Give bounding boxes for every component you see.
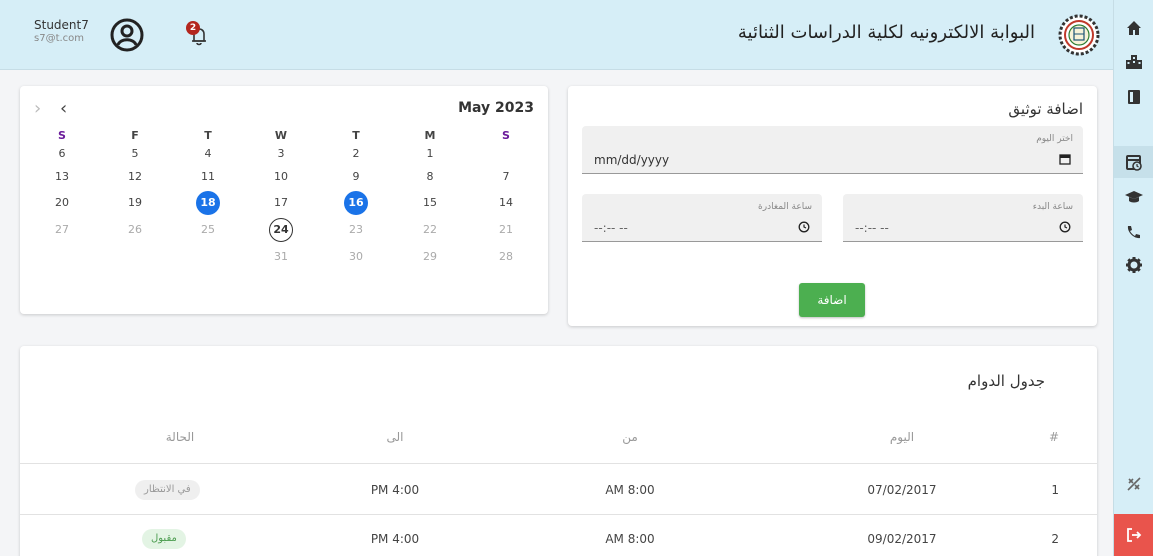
user-name: Student7 [34, 18, 89, 32]
calendar-day-cell[interactable]: 4 [188, 142, 228, 166]
row-number: 1 [1051, 483, 1059, 497]
user-email: s7@t.com [34, 33, 85, 44]
date-field-value: mm/dd/yyyy [594, 153, 670, 167]
form-title: اضافة توثيق [1008, 100, 1083, 118]
calendar-day-cell[interactable]: 28 [486, 245, 526, 269]
calendar-day-cell[interactable]: 30 [336, 245, 376, 269]
logout-icon [1127, 528, 1142, 542]
calendar-day-cell[interactable]: 7 [486, 165, 526, 189]
calendar-weekday-header: M [424, 129, 436, 142]
calendar-day-cell[interactable]: 17 [261, 191, 301, 215]
book-icon[interactable] [1124, 87, 1144, 107]
start-time-label: ساعة البدء [1032, 202, 1073, 212]
calendar-prev-button[interactable]: ‹ [60, 98, 67, 119]
calendar-day-cell[interactable]: 2 [336, 142, 376, 166]
calendar-day-cell[interactable]: 23 [336, 218, 376, 242]
calendar-day-cell[interactable]: 26 [115, 218, 155, 242]
row-from: AM 8:00 [605, 532, 655, 546]
column-header-day: اليوم [889, 430, 915, 444]
calendar-day-cell[interactable]: 11 [188, 165, 228, 189]
add-record-card: اضافة توثيق اختر اليوم mm/dd/yyyy ساعة ا… [568, 86, 1097, 326]
home-icon[interactable] [1124, 18, 1144, 38]
date-field[interactable]: اختر اليوم mm/dd/yyyy [582, 126, 1083, 174]
college-logo [1058, 14, 1100, 56]
calendar-month-label: May 2023 [458, 100, 534, 116]
status-badge: مقبول [142, 529, 186, 549]
calendar-day-cell[interactable]: 29 [410, 245, 450, 269]
row-number: 2 [1051, 532, 1059, 546]
calendar-weekday-header: W [274, 129, 288, 142]
calendar-day-cell[interactable]: 27 [42, 218, 82, 242]
column-header-to: الى [386, 430, 404, 444]
calendar-day-cell[interactable]: 24 [261, 218, 301, 242]
start-time-value: --:-- -- [855, 221, 889, 235]
row-from: AM 8:00 [605, 483, 655, 497]
row-to: PM 4:00 [370, 483, 420, 497]
calendar-day-cell[interactable]: 21 [486, 218, 526, 242]
calendar-day-cell[interactable]: 14 [486, 191, 526, 215]
calendar-weekday-header: S [58, 129, 66, 142]
calendar-day-cell[interactable]: 10 [261, 165, 301, 189]
row-to: PM 4:00 [370, 532, 420, 546]
calendar-day-cell[interactable]: 25 [188, 218, 228, 242]
gear-icon[interactable] [1124, 255, 1144, 275]
calendar-weekday-header: F [131, 129, 139, 142]
column-header-status: الحالة [165, 430, 195, 444]
calendar-day-cell[interactable]: 18 [188, 191, 228, 215]
calendar-clock-icon[interactable] [1124, 152, 1144, 172]
calendar-day-cell[interactable]: 13 [42, 165, 82, 189]
end-time-value: --:-- -- [594, 221, 628, 235]
top-header: Student7 s7@t.com 2 البوابة الالكترونيه … [0, 0, 1113, 70]
column-header-from: من [622, 430, 638, 444]
status-badge: في الانتظار [135, 480, 200, 500]
start-time-field[interactable]: ساعة البدء --:-- -- [843, 194, 1083, 242]
graduation-cap-icon[interactable] [1124, 187, 1144, 207]
calendar-weekday-header: S [502, 129, 510, 142]
logout-button[interactable] [1114, 514, 1153, 556]
row-day: 07/02/2017 [867, 483, 937, 497]
header-divider [20, 463, 1097, 464]
add-button[interactable]: اضافة [799, 283, 865, 317]
clock-icon[interactable] [1059, 221, 1071, 233]
calendar-day-cell[interactable]: 20 [42, 191, 82, 215]
calendar-day-cell[interactable]: 1 [410, 142, 450, 166]
schedule-card: جدول الدوام # اليوم من الى الحالة 1 07/0… [20, 346, 1097, 556]
calendar-day-cell[interactable]: 22 [410, 218, 450, 242]
calendar-day-cell[interactable]: 19 [115, 191, 155, 215]
collapse-icon[interactable] [1124, 474, 1144, 494]
calendar-day-cell[interactable]: 15 [410, 191, 450, 215]
site-title: البوابة الالكترونيه لكلية الدراسات الثنا… [737, 22, 1035, 43]
calendar-day-cell[interactable]: 6 [42, 142, 82, 166]
row-day: 09/02/2017 [867, 532, 937, 546]
calendar-card: May 2023 › ‹ S F T W T M S 6 5 4 3 2 1 13 12 11 10 9 8 7 20 1… [20, 86, 548, 314]
date-field-label: اختر اليوم [1036, 134, 1073, 144]
calendar-day-cell[interactable]: 31 [261, 245, 301, 269]
calendar-day-cell[interactable]: 9 [336, 165, 376, 189]
sidebar [1113, 0, 1153, 556]
calendar-day-cell[interactable]: 12 [115, 165, 155, 189]
calendar-day-cell[interactable]: 8 [410, 165, 450, 189]
row-divider [20, 514, 1097, 515]
calendar-icon[interactable] [1059, 153, 1071, 165]
column-header-number: # [1048, 430, 1059, 444]
calendar-weekday-header: T [352, 129, 360, 142]
end-time-field[interactable]: ساعة المغادرة --:-- -- [582, 194, 822, 242]
calendar-day-cell[interactable]: 5 [115, 142, 155, 166]
clock-icon[interactable] [798, 221, 810, 233]
user-info[interactable]: Student7 s7@t.com [34, 18, 104, 45]
calendar-day-cell[interactable]: 16 [336, 191, 376, 215]
schedule-title: جدول الدوام [967, 372, 1045, 390]
avatar-icon[interactable] [110, 18, 144, 52]
phone-icon[interactable] [1124, 222, 1144, 242]
notification-badge: 2 [186, 21, 200, 35]
calendar-next-button[interactable]: › [34, 98, 41, 119]
end-time-label: ساعة المغادرة [758, 202, 812, 212]
calendar-weekday-header: T [204, 129, 212, 142]
building-icon[interactable] [1124, 52, 1144, 72]
calendar-day-cell[interactable]: 3 [261, 142, 301, 166]
